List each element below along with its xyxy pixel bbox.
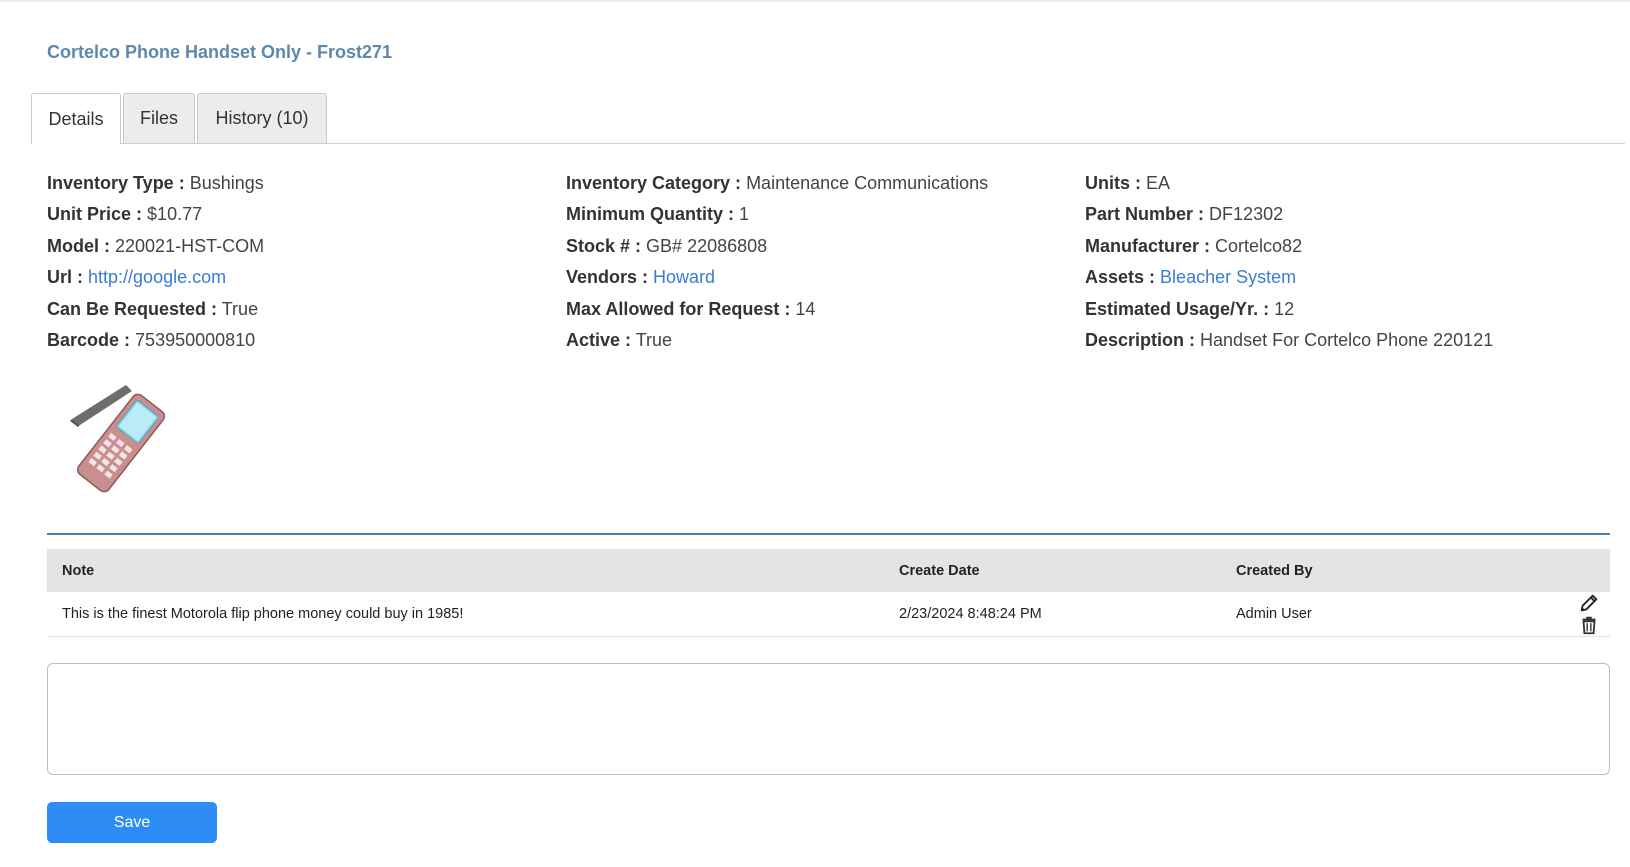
note-actions: [1516, 592, 1610, 637]
field-label: Units :: [1085, 173, 1141, 193]
field-value: Handset For Cortelco Phone 220121: [1200, 329, 1494, 350]
field-active: Active : True: [566, 328, 988, 359]
note-text: This is the finest Motorola flip phone m…: [47, 592, 899, 637]
field-estimated-usage: Estimated Usage/Yr. : 12: [1085, 297, 1493, 328]
field-unit-price: Unit Price : $10.77: [47, 202, 264, 233]
field-value: Maintenance Communications: [746, 173, 989, 193]
field-stock-number: Stock # : GB# 22086808: [566, 234, 988, 265]
field-manufacturer: Manufacturer : Cortelco82: [1085, 234, 1493, 265]
field-label: Inventory Type :: [47, 173, 185, 193]
field-can-be-requested: Can Be Requested : True: [47, 297, 264, 328]
save-button[interactable]: Save: [47, 802, 217, 843]
note-created-by: Admin User: [1236, 592, 1516, 637]
new-note-input[interactable]: [47, 663, 1610, 775]
field-label: Unit Price :: [47, 204, 143, 225]
details-column-1: Inventory Type : Bushings Unit Price : $…: [47, 171, 264, 359]
field-label: Max Allowed for Request :: [566, 298, 791, 319]
flip-phone-icon: [70, 385, 166, 493]
field-part-number: Part Number : DF12302: [1085, 202, 1493, 233]
field-description: Description : Handset For Cortelco Phone…: [1085, 328, 1493, 359]
field-label: Vendors :: [566, 267, 649, 288]
field-value: 12: [1274, 298, 1295, 319]
details-column-2: Inventory Category : Maintenance Communi…: [566, 171, 988, 359]
field-label: Barcode :: [47, 329, 131, 350]
notes-header-row: Note Create Date Created By: [47, 549, 1610, 592]
field-value: 14: [795, 298, 816, 319]
asset-link[interactable]: Bleacher System: [1160, 267, 1296, 287]
field-value: True: [221, 298, 259, 319]
field-value: Bushings: [189, 173, 264, 193]
field-value: EA: [1146, 173, 1171, 193]
section-divider: [47, 533, 1610, 535]
vendor-link[interactable]: Howard: [653, 267, 715, 287]
column-header-actions: [1516, 549, 1610, 592]
field-value: 220021-HST-COM: [115, 235, 265, 256]
table-row: This is the finest Motorola flip phone m…: [47, 592, 1610, 637]
tab-history[interactable]: History (10): [197, 93, 327, 143]
note-create-date: 2/23/2024 8:48:24 PM: [899, 592, 1236, 637]
trash-icon[interactable]: [1578, 614, 1600, 636]
top-rule: [0, 0, 1630, 2]
field-value: True: [635, 329, 673, 350]
field-value: $10.77: [147, 204, 203, 225]
column-header-created-by: Created By: [1236, 549, 1516, 592]
url-link[interactable]: http://google.com: [88, 267, 226, 287]
field-label: Model :: [47, 235, 110, 256]
column-header-create-date: Create Date: [899, 549, 1236, 592]
column-header-note: Note: [47, 549, 899, 592]
field-label: Manufacturer :: [1085, 235, 1211, 256]
field-label: Active :: [566, 329, 632, 350]
field-value: 1: [739, 204, 750, 225]
details-column-3: Units : EA Part Number : DF12302 Manufac…: [1085, 171, 1493, 359]
field-label: Inventory Category :: [566, 173, 742, 193]
field-value: 753950000810: [135, 329, 256, 350]
tab-underline: [31, 143, 1625, 144]
field-label: Url :: [47, 267, 83, 288]
field-minimum-quantity: Minimum Quantity : 1: [566, 202, 988, 233]
tab-details[interactable]: Details: [31, 93, 121, 144]
field-label: Can Be Requested :: [47, 298, 218, 319]
field-inventory-type: Inventory Type : Bushings: [47, 171, 264, 202]
field-barcode: Barcode : 753950000810: [47, 328, 264, 359]
field-vendors: Vendors : Howard: [566, 265, 988, 296]
field-inventory-category: Inventory Category : Maintenance Communi…: [566, 171, 988, 202]
pencil-icon[interactable]: [1578, 592, 1600, 614]
field-url: Url : http://google.com: [47, 265, 264, 296]
product-image: [66, 383, 176, 493]
field-label: Description :: [1085, 329, 1196, 350]
field-label: Part Number :: [1085, 204, 1205, 225]
field-label: Minimum Quantity :: [566, 204, 734, 225]
notes-table: Note Create Date Created By This is the …: [47, 549, 1610, 637]
field-label: Estimated Usage/Yr. :: [1085, 298, 1270, 319]
tab-files[interactable]: Files: [123, 93, 195, 143]
field-label: Assets :: [1085, 267, 1156, 288]
field-model: Model : 220021-HST-COM: [47, 234, 264, 265]
field-units: Units : EA: [1085, 171, 1493, 202]
field-value: Cortelco82: [1215, 235, 1303, 256]
page-title: Cortelco Phone Handset Only - Frost271: [47, 42, 393, 62]
field-value: DF12302: [1209, 204, 1284, 225]
field-label: Stock # :: [566, 235, 642, 256]
field-max-allowed: Max Allowed for Request : 14: [566, 297, 988, 328]
field-assets: Assets : Bleacher System: [1085, 265, 1493, 296]
field-value: GB# 22086808: [646, 235, 768, 256]
